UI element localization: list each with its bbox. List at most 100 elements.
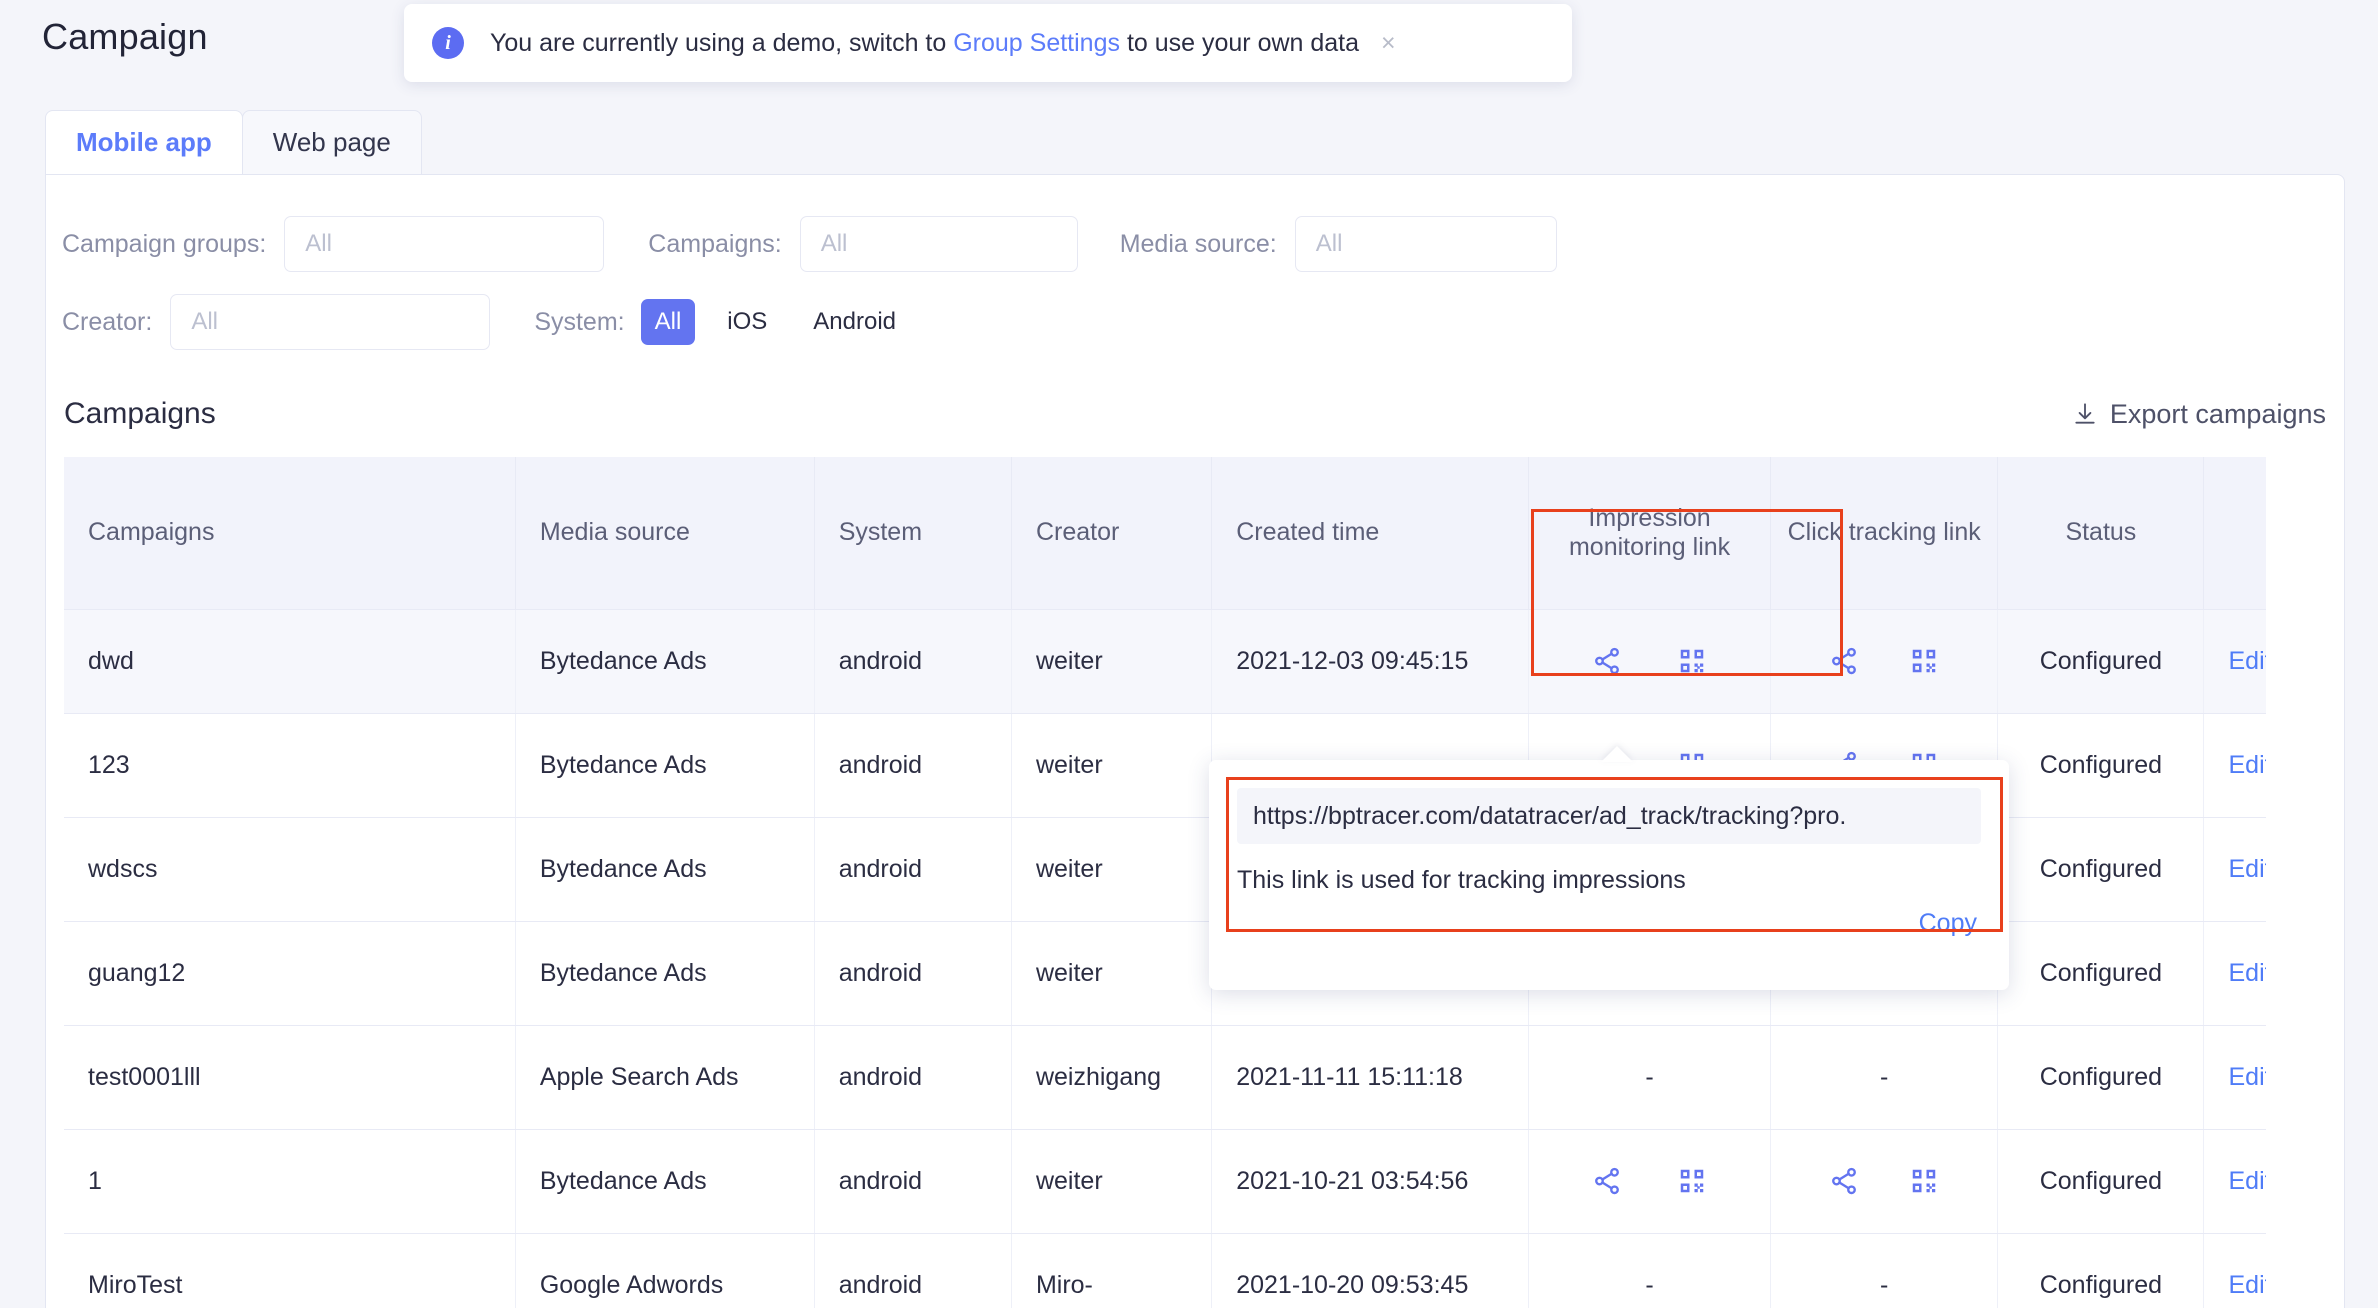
system-option-android[interactable]: Android — [799, 299, 910, 345]
empty-value: - — [1880, 1062, 1889, 1091]
media-source-input[interactable]: All — [1294, 216, 1557, 272]
filter-campaigns: Campaigns: All — [648, 216, 1078, 272]
col-header-status[interactable]: Status — [1997, 457, 2205, 610]
qr-code-icon[interactable] — [1909, 1166, 1939, 1196]
campaigns-input[interactable]: All — [799, 216, 1078, 272]
qr-code-icon[interactable] — [1909, 646, 1939, 676]
system-option-ios[interactable]: iOS — [713, 299, 781, 345]
campaign-groups-input[interactable]: All — [284, 216, 605, 272]
link-icon-group — [1537, 646, 1762, 676]
campaign-page: Campaign i You are currently using a dem… — [0, 0, 2378, 1308]
cell-action: Edit — [2203, 1233, 2310, 1308]
cell-media-source: Google Adwords — [515, 1233, 815, 1308]
cell-impression-link: - — [1528, 1233, 1772, 1308]
empty-value: - — [1880, 1270, 1889, 1299]
cell-creator: weiter — [1011, 921, 1213, 1026]
cell-media-source: Bytedance Ads — [515, 921, 815, 1026]
edit-link[interactable]: Edit — [2228, 959, 2271, 987]
cell-status: Configured — [1997, 1129, 2205, 1234]
share-icon[interactable] — [1592, 1166, 1622, 1196]
link-icon-group — [1779, 646, 1989, 676]
system-option-all[interactable]: All — [640, 299, 696, 345]
table-row[interactable]: test0001lll Apple Search Ads android weizhi… — [64, 1025, 2310, 1130]
export-label: Export campaigns — [2109, 398, 2326, 429]
cell-action: Edit — [2203, 1025, 2310, 1130]
col-header-created-time[interactable]: Created time — [1211, 457, 1530, 610]
edit-link[interactable]: Edit — [2228, 751, 2271, 779]
info-icon: i — [432, 27, 464, 59]
campaign-groups-label: Campaign groups: — [62, 229, 267, 258]
tab-web-page[interactable]: Web page — [241, 110, 422, 174]
cell-system: android — [814, 1025, 1012, 1130]
download-icon — [2075, 403, 2095, 424]
cell-created-time: 2021-11-11 15:11:18 — [1211, 1025, 1530, 1130]
table-header-row: Campaigns Media source System Creator Cr… — [64, 457, 2310, 610]
media-source-label: Media source: — [1119, 229, 1277, 258]
col-header-click-link[interactable]: Click tracking link — [1770, 457, 1999, 610]
edit-link[interactable]: Edit — [2228, 1167, 2271, 1195]
cell-system: android — [814, 1233, 1012, 1308]
cell-media-source: Apple Search Ads — [515, 1025, 815, 1130]
filter-row-2: Creator: All System: All iOS Android — [46, 283, 2344, 361]
cell-system: android — [814, 1129, 1012, 1234]
cell-action: Edit — [2203, 1129, 2310, 1234]
cell-created-time: 2021-12-03 09:45:15 — [1211, 609, 1530, 714]
table-row[interactable]: 1 Bytedance Ads android weiter 2021-10-21 03… — [64, 1129, 2310, 1234]
table-row[interactable]: MiroTest Google Adwords android Miro- 2021-1… — [64, 1233, 2310, 1308]
filter-creator: Creator: All — [62, 294, 491, 350]
col-header-creator[interactable]: Creator — [1011, 457, 1213, 610]
col-header-media-source[interactable]: Media source — [515, 457, 815, 610]
cell-media-source: Bytedance Ads — [515, 817, 815, 922]
cell-impression-link: - — [1528, 1025, 1772, 1130]
col-header-system[interactable]: System — [814, 457, 1012, 610]
creator-input[interactable]: All — [170, 294, 491, 350]
cell-created-time: 2021-10-20 09:53:45 — [1211, 1233, 1530, 1308]
table-row[interactable]: dwd Bytedance Ads android weiter 2021-12-03 … — [64, 609, 2310, 714]
creator-label: Creator: — [62, 307, 153, 336]
share-icon[interactable] — [1829, 646, 1859, 676]
edit-link[interactable]: Edit — [2228, 647, 2271, 675]
filter-row-1: Campaign groups: All Campaigns: All Medi… — [46, 205, 2344, 283]
cell-creator: weiter — [1011, 817, 1213, 922]
cell-campaign: wdscs — [64, 817, 516, 922]
cell-campaign: MiroTest — [64, 1233, 516, 1308]
qr-code-icon[interactable] — [1677, 646, 1707, 676]
cell-action: Edit — [2203, 921, 2310, 1026]
cell-media-source: Bytedance Ads — [515, 1129, 815, 1234]
link-icon-group — [1537, 1166, 1762, 1196]
edit-link[interactable]: Edit — [2228, 1271, 2271, 1299]
tracking-link-description: This link is used for tracking impressio… — [1237, 866, 1686, 894]
tracking-link-url[interactable]: https://bptracer.com/datatracer/ad_track… — [1237, 788, 1981, 844]
cell-campaign: 123 — [64, 713, 516, 818]
cell-campaign: test0001lll — [64, 1025, 516, 1130]
cell-status: Configured — [1997, 1233, 2205, 1308]
cell-system: android — [814, 921, 1012, 1026]
campaigns-section-header: Campaigns Export campaigns — [46, 361, 2344, 431]
group-settings-link[interactable]: Group Settings — [953, 29, 1120, 57]
cell-creator: weiter — [1011, 609, 1213, 714]
col-header-campaigns[interactable]: Campaigns — [64, 457, 516, 610]
export-campaigns-button[interactable]: Export campaigns — [2072, 399, 2326, 430]
copy-link-button[interactable]: Copy — [1919, 909, 1977, 938]
popover-arrow — [1601, 746, 1633, 762]
qr-code-icon[interactable] — [1677, 1166, 1707, 1196]
edit-link[interactable]: Edit — [2228, 855, 2271, 883]
edit-link[interactable]: Edit — [2228, 1063, 2271, 1091]
demo-banner: i You are currently using a demo, switch… — [404, 4, 1572, 82]
table-header: Campaigns Media source System Creator Cr… — [64, 457, 2310, 610]
share-icon[interactable] — [1829, 1166, 1859, 1196]
link-icon-group — [1779, 1166, 1989, 1196]
share-icon[interactable] — [1592, 646, 1622, 676]
banner-text-after: to use your own data — [1126, 28, 1360, 57]
demo-banner-text: You are currently using a demo, switch t… — [490, 29, 1359, 58]
cell-click-link — [1770, 609, 1999, 714]
cell-status: Configured — [1997, 713, 2205, 818]
col-header-impression-link[interactable]: Impression monitoring link — [1528, 457, 1772, 610]
banner-text-before: You are currently using a demo, switch t… — [490, 28, 947, 57]
close-icon[interactable]: × — [1381, 30, 1396, 56]
cell-click-link — [1770, 1129, 1999, 1234]
cell-impression-link — [1528, 1129, 1772, 1234]
tab-mobile-app[interactable]: Mobile app — [45, 110, 243, 174]
cell-action: Edit — [2203, 609, 2310, 714]
cell-media-source: Bytedance Ads — [515, 609, 815, 714]
